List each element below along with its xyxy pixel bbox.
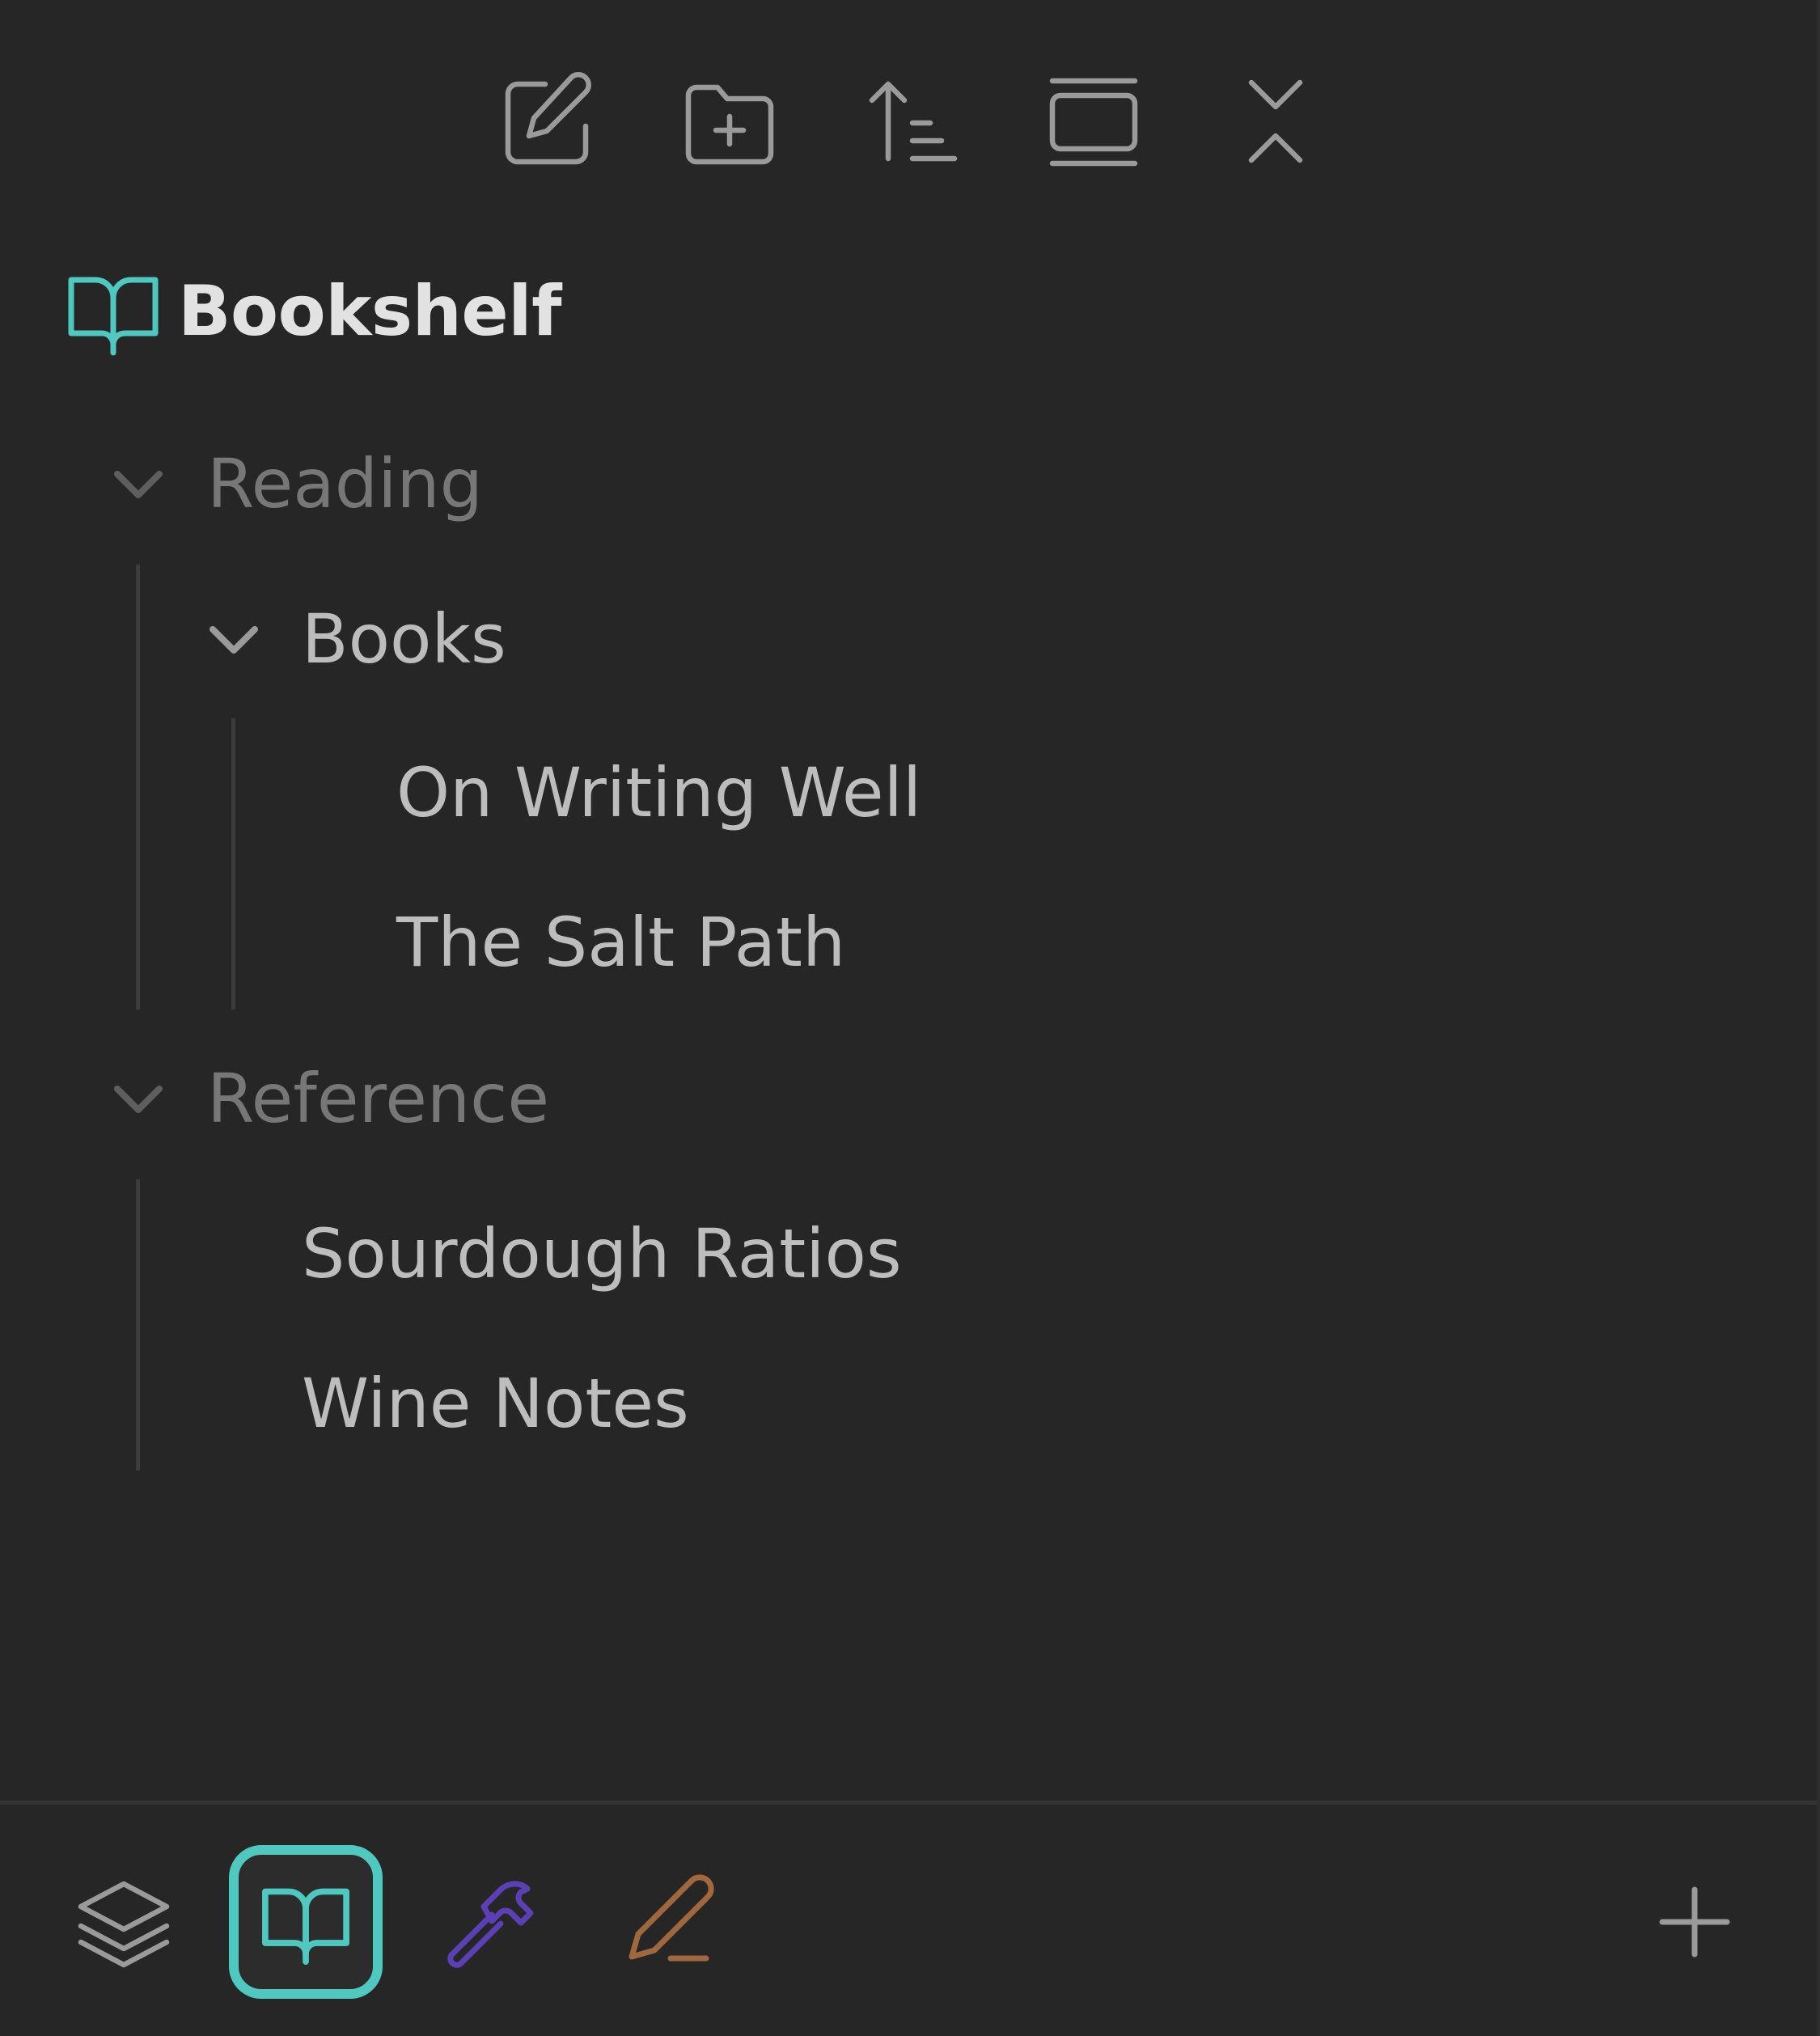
- chevron-down-icon: [106, 1066, 171, 1131]
- file-label: The Salt Path: [396, 903, 846, 982]
- ribbon-add-button[interactable]: [1618, 1845, 1771, 1999]
- plus-icon: [1659, 1886, 1730, 1958]
- pencil-line-icon: [629, 1874, 714, 1962]
- folder-label: Reading: [207, 444, 483, 523]
- sort-ascending-icon: [869, 81, 958, 162]
- book-open-icon: [262, 1888, 349, 1965]
- folder-reading[interactable]: Reading: [0, 435, 1817, 532]
- vault-title: Bookshelf: [178, 271, 562, 352]
- ribbon-drafts-button[interactable]: [593, 1845, 747, 1999]
- file-explorer-panel: Bookshelf Reading Books On Writing Well …: [0, 0, 1820, 2036]
- explorer-toolbar: [0, 0, 1817, 210]
- vault-ribbon: [0, 1801, 1817, 2036]
- new-folder-button[interactable]: [677, 70, 782, 175]
- new-note-button[interactable]: [495, 70, 600, 175]
- vault-header[interactable]: Bookshelf: [65, 259, 562, 364]
- layers-icon: [78, 1881, 170, 1968]
- collapse-all-button[interactable]: [1223, 70, 1328, 175]
- file-label: Sourdough Ratios: [302, 1214, 902, 1293]
- hammer-icon: [447, 1881, 534, 1968]
- file-label: Wine Notes: [302, 1364, 689, 1443]
- chevron-down-icon: [106, 451, 171, 516]
- sort-button[interactable]: [859, 70, 964, 175]
- file-item[interactable]: Sourdough Ratios: [0, 1205, 1817, 1302]
- edit-note-icon: [505, 72, 591, 165]
- file-label: On Writing Well: [396, 753, 922, 832]
- file-item[interactable]: On Writing Well: [0, 744, 1817, 841]
- folder-label: Reference: [207, 1059, 549, 1138]
- file-item[interactable]: The Salt Path: [0, 894, 1817, 991]
- folder-reference[interactable]: Reference: [0, 1050, 1817, 1147]
- gallery-vertical-icon: [1049, 78, 1138, 167]
- book-open-icon: [65, 267, 162, 356]
- chevron-down-icon: [201, 607, 266, 671]
- auto-reveal-button[interactable]: [1041, 70, 1146, 175]
- ribbon-bookshelf-button[interactable]: [229, 1845, 383, 1999]
- ribbon-tools-button[interactable]: [411, 1845, 565, 1999]
- folder-label: Books: [302, 599, 506, 679]
- folder-plus-icon: [685, 84, 774, 165]
- chevrons-down-up-icon: [1248, 79, 1303, 163]
- folder-books[interactable]: Books: [0, 590, 1817, 688]
- file-item[interactable]: Wine Notes: [0, 1355, 1817, 1452]
- ribbon-vault-stack-button[interactable]: [47, 1845, 201, 1999]
- panel-divider[interactable]: [1817, 0, 1820, 2036]
